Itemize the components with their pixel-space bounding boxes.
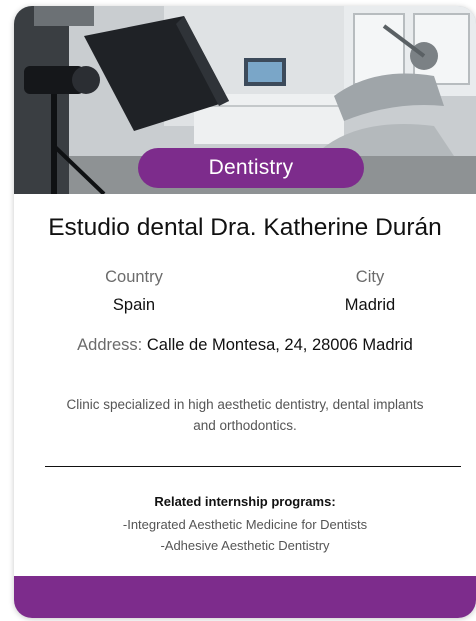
clinic-description: Clinic specialized in high aesthetic den… xyxy=(66,397,424,433)
related-programs-list: -Integrated Aesthetic Medicine for Denti… xyxy=(14,514,476,556)
related-program-item[interactable]: -Integrated Aesthetic Medicine for Denti… xyxy=(14,514,476,535)
country-value: Spain xyxy=(112,296,156,314)
related-programs-heading: Related internship programs: xyxy=(154,494,336,509)
category-badge: Dentistry xyxy=(138,148,364,188)
divider xyxy=(45,466,461,467)
city-label: City xyxy=(355,268,385,286)
address-value: Calle de Montesa, 24, 28006 Madrid xyxy=(146,336,413,354)
city-value: Madrid xyxy=(344,296,396,314)
address-row: Address: Calle de Montesa, 24, 28006 Mad… xyxy=(14,336,476,355)
clinic-title: Estudio dental Dra. Katherine Durán xyxy=(48,214,442,241)
address-label: Address: xyxy=(77,336,143,354)
card-footer-bar[interactable] xyxy=(14,576,476,618)
country-label: Country xyxy=(105,268,163,286)
clinic-card[interactable]: Dentistry Estudio dental Dra. Katherine … xyxy=(14,6,476,618)
clinic-photo: Dentistry xyxy=(14,6,476,194)
related-program-item[interactable]: -Adhesive Aesthetic Dentistry xyxy=(14,535,476,556)
